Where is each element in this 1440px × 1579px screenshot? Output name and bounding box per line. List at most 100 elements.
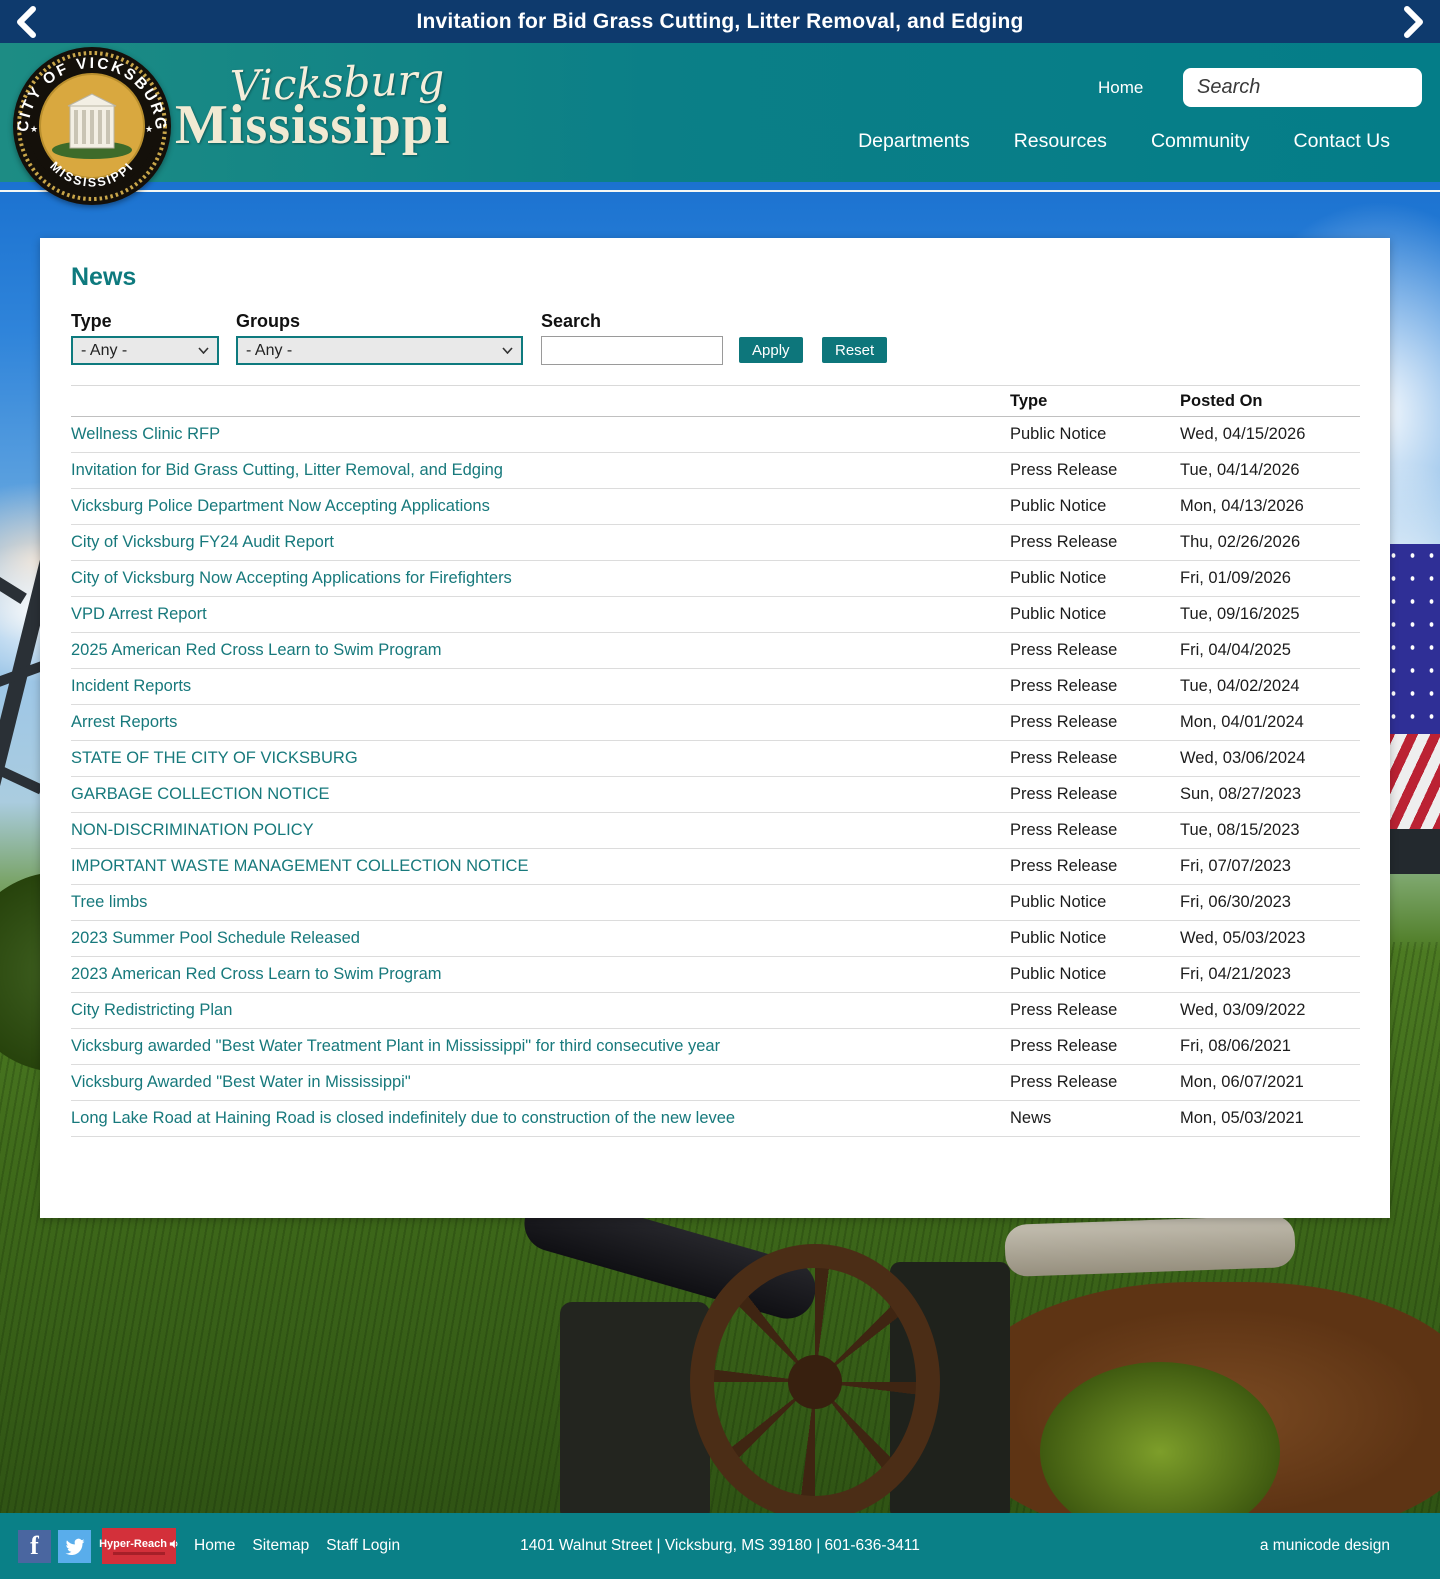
footer-staff-login-link[interactable]: Staff Login: [326, 1537, 400, 1555]
news-item-link[interactable]: GARBAGE COLLECTION NOTICE: [71, 785, 1010, 804]
news-item-date: Mon, 05/03/2021: [1180, 1109, 1304, 1127]
nav-departments[interactable]: Departments: [858, 130, 970, 153]
news-item-date: Tue, 04/14/2026: [1180, 461, 1300, 479]
news-item-type: Press Release: [1010, 749, 1118, 767]
news-item-date: Tue, 08/15/2023: [1180, 821, 1300, 839]
news-item-date: Mon, 06/07/2021: [1180, 1073, 1304, 1091]
footer-links: Home Sitemap Staff Login: [194, 1537, 400, 1555]
news-item-date: Wed, 04/15/2026: [1180, 425, 1306, 443]
news-item-date: Mon, 04/13/2026: [1180, 497, 1304, 515]
news-item-link[interactable]: Vicksburg awarded "Best Water Treatment …: [71, 1037, 1010, 1056]
table-row: GARBAGE COLLECTION NOTICE Press Release …: [71, 777, 1360, 813]
nav-contact-us[interactable]: Contact Us: [1294, 130, 1390, 153]
news-item-link[interactable]: City of Vicksburg FY24 Audit Report: [71, 533, 1010, 552]
news-item-link[interactable]: NON-DISCRIMINATION POLICY: [71, 821, 1010, 840]
table-row: City of Vicksburg FY24 Audit Report Pres…: [71, 525, 1360, 561]
city-seal-logo[interactable]: CITY OF VICKSBURG MISSISSIPPI ★ ★: [12, 46, 172, 206]
news-item-date: Fri, 07/07/2023: [1180, 857, 1291, 875]
news-item-type: Public Notice: [1010, 569, 1107, 587]
news-item-type: Press Release: [1010, 1037, 1118, 1055]
news-item-date: Tue, 04/02/2024: [1180, 677, 1300, 695]
type-column-header: Type: [1010, 391, 1048, 410]
table-row: City Redistricting Plan Press Release We…: [71, 993, 1360, 1029]
wordmark-script: Vicksburg: [229, 54, 446, 111]
news-item-date: Fri, 08/06/2021: [1180, 1037, 1291, 1055]
type-filter-label: Type: [71, 311, 112, 331]
news-item-link[interactable]: STATE OF THE CITY OF VICKSBURG: [71, 749, 1010, 768]
table-row: 2023 Summer Pool Schedule Released Publi…: [71, 921, 1360, 957]
chevron-left-icon[interactable]: [6, 2, 46, 42]
nav-resources[interactable]: Resources: [1014, 130, 1107, 153]
news-search-input[interactable]: [541, 336, 723, 365]
table-header-row: Type Posted On: [71, 386, 1360, 417]
table-row: Tree limbs Public Notice Fri, 06/30/2023: [71, 885, 1360, 921]
news-item-link[interactable]: Tree limbs: [71, 893, 1010, 912]
news-item-link[interactable]: 2023 Summer Pool Schedule Released: [71, 929, 1010, 948]
news-item-link[interactable]: Arrest Reports: [71, 713, 1010, 732]
svg-text:★: ★: [30, 124, 38, 134]
footer-credit[interactable]: a municode design: [1260, 1537, 1390, 1555]
table-row: Incident Reports Press Release Tue, 04/0…: [71, 669, 1360, 705]
header-home-link[interactable]: Home: [1098, 78, 1143, 98]
page-title: News: [71, 263, 137, 291]
news-item-type: Press Release: [1010, 1001, 1118, 1019]
type-filter-value: - Any -: [81, 341, 128, 359]
header-search-input[interactable]: [1197, 76, 1440, 99]
bg-cannon-wheel: [690, 1244, 940, 1520]
news-item-link[interactable]: VPD Arrest Report: [71, 605, 1010, 624]
news-item-link[interactable]: Vicksburg Police Department Now Acceptin…: [71, 497, 1010, 516]
hyperreach-logo[interactable]: Hyper-Reach: [99, 1528, 178, 1564]
news-item-type: Press Release: [1010, 821, 1118, 839]
groups-filter-value: - Any -: [246, 341, 293, 359]
table-row: 2025 American Red Cross Learn to Swim Pr…: [71, 633, 1360, 669]
reset-button[interactable]: Reset: [822, 337, 888, 363]
nav-community[interactable]: Community: [1151, 130, 1250, 153]
header-divider: [0, 190, 1440, 192]
news-item-link[interactable]: 2025 American Red Cross Learn to Swim Pr…: [71, 641, 1010, 660]
table-row: Vicksburg Awarded "Best Water in Mississ…: [71, 1065, 1360, 1101]
news-item-link[interactable]: IMPORTANT WASTE MANAGEMENT COLLECTION NO…: [71, 857, 1010, 876]
groups-filter-label: Groups: [236, 311, 301, 331]
news-item-type: Public Notice: [1010, 893, 1107, 911]
news-item-date: Fri, 01/09/2026: [1180, 569, 1291, 587]
hyperreach-label: Hyper-Reach: [99, 1537, 167, 1550]
news-item-link[interactable]: Incident Reports: [71, 677, 1010, 696]
chevron-right-icon[interactable]: [1394, 2, 1434, 42]
news-item-link[interactable]: Long Lake Road at Haining Road is closed…: [71, 1109, 1010, 1128]
news-item-date: Fri, 04/04/2025: [1180, 641, 1291, 659]
header-search: [1183, 68, 1440, 107]
hyperreach-tagline: [113, 1551, 165, 1555]
footer-sitemap-link[interactable]: Sitemap: [252, 1537, 309, 1555]
news-item-type: Press Release: [1010, 641, 1118, 659]
banner-title[interactable]: Invitation for Bid Grass Cutting, Litter…: [416, 10, 1023, 34]
table-row: NON-DISCRIMINATION POLICY Press Release …: [71, 813, 1360, 849]
apply-button[interactable]: Apply: [739, 337, 803, 363]
news-item-date: Fri, 04/21/2023: [1180, 965, 1291, 983]
facebook-icon[interactable]: f: [18, 1529, 51, 1563]
news-item-link[interactable]: City of Vicksburg Now Accepting Applicat…: [71, 569, 1010, 588]
news-item-date: Fri, 06/30/2023: [1180, 893, 1291, 911]
news-item-link[interactable]: 2023 American Red Cross Learn to Swim Pr…: [71, 965, 1010, 984]
news-item-type: Press Release: [1010, 785, 1118, 803]
groups-filter-select[interactable]: - Any -: [236, 336, 523, 365]
news-item-type: Press Release: [1010, 713, 1118, 731]
news-item-date: Wed, 03/06/2024: [1180, 749, 1306, 767]
announcement-banner: Invitation for Bid Grass Cutting, Litter…: [0, 0, 1440, 43]
table-row: Vicksburg Police Department Now Acceptin…: [71, 489, 1360, 525]
bg-cannon-carriage: [560, 1302, 710, 1520]
news-item-type: Public Notice: [1010, 929, 1107, 947]
footer-home-link[interactable]: Home: [194, 1537, 235, 1555]
type-filter-select[interactable]: - Any -: [71, 336, 219, 365]
news-item-link[interactable]: Wellness Clinic RFP: [71, 425, 1010, 444]
news-item-link[interactable]: City Redistricting Plan: [71, 1001, 1010, 1020]
site-footer: f Hyper-Reach Home Sitemap Staff Login 1…: [0, 1513, 1440, 1579]
news-item-type: Public Notice: [1010, 497, 1107, 515]
news-item-date: Thu, 02/26/2026: [1180, 533, 1301, 551]
twitter-icon[interactable]: [58, 1529, 91, 1563]
news-item-type: Public Notice: [1010, 425, 1107, 443]
news-item-link[interactable]: Vicksburg Awarded "Best Water in Mississ…: [71, 1073, 1010, 1092]
news-item-date: Sun, 08/27/2023: [1180, 785, 1302, 803]
news-item-link[interactable]: Invitation for Bid Grass Cutting, Litter…: [71, 461, 1010, 480]
site-wordmark[interactable]: Vicksburg Mississippi: [175, 54, 451, 157]
table-row: Vicksburg awarded "Best Water Treatment …: [71, 1029, 1360, 1065]
